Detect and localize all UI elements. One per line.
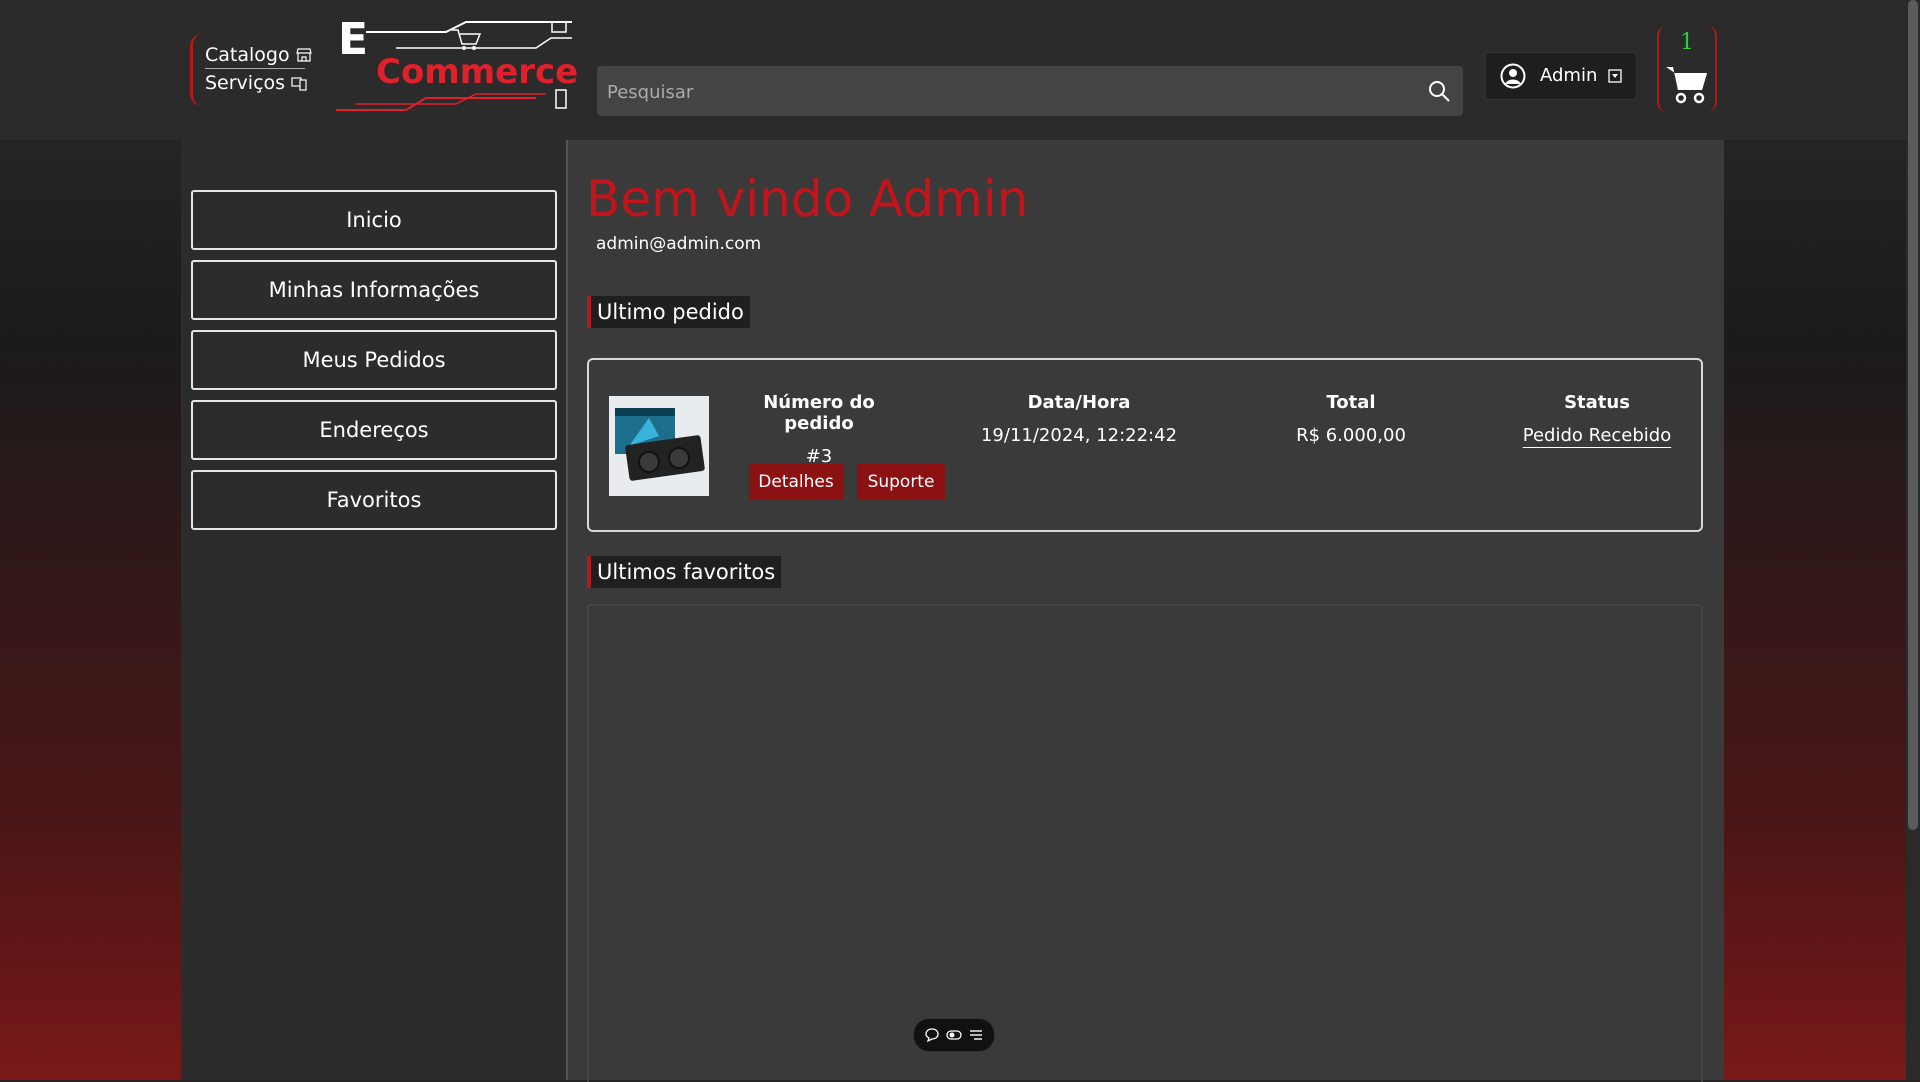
order-date-column: Data/Hora 19/11/2024, 12:22:42 [979, 392, 1179, 446]
order-total: R$ 6.000,00 [1296, 425, 1406, 446]
order-status-column: Status Pedido Recebido [1517, 392, 1677, 446]
floating-toolbar [913, 1018, 995, 1052]
nav-catalogo-label: Catalogo [205, 44, 290, 66]
sidebar-item-enderecos[interactable]: Endereços [191, 400, 557, 460]
header: Catalogo Serviços E Commerce Admin 1 [0, 0, 1920, 140]
menu-icon[interactable] [968, 1027, 984, 1043]
cart-button[interactable]: 1 [1657, 26, 1717, 112]
sidebar: Inicio Minhas Informações Meus Pedidos E… [181, 140, 568, 1080]
status-badge: Pedido Recebido [1522, 425, 1672, 446]
nav-servicos[interactable]: Serviços [205, 72, 307, 94]
sidebar-item-label: Minhas Informações [268, 278, 480, 302]
search-input[interactable] [597, 66, 1409, 118]
details-button[interactable]: Detalhes [749, 464, 843, 500]
order-date: 19/11/2024, 12:22:42 [980, 425, 1178, 446]
page-title: Bem vindo Admin [586, 170, 1029, 228]
order-total-header: Total [1326, 392, 1376, 413]
chat-icon[interactable] [924, 1027, 940, 1043]
sidebar-item-minhas-informacoes[interactable]: Minhas Informações [191, 260, 557, 320]
logo-prefix: E [338, 14, 369, 65]
cart-count: 1 [1680, 30, 1694, 55]
main-content: Bem vindo Admin admin@admin.com Ultimo p… [568, 140, 1724, 1082]
sidebar-item-inicio[interactable]: Inicio [191, 190, 557, 250]
devices-icon [291, 77, 307, 91]
sidebar-item-favoritos[interactable]: Favoritos [191, 470, 557, 530]
order-status-header: Status [1564, 392, 1630, 413]
logo-word: Commerce [376, 52, 579, 92]
sidebar-item-label: Inicio [346, 208, 402, 232]
ecommerce-logo[interactable]: E Commerce [336, 14, 578, 116]
last-order-heading: Ultimo pedido [587, 296, 750, 328]
nav-servicos-label: Serviços [205, 72, 286, 94]
sidebar-item-label: Endereços [319, 418, 429, 442]
scrollbar-thumb[interactable] [1908, 0, 1918, 830]
user-menu-button[interactable]: Admin [1485, 52, 1637, 100]
favorites-heading: Ultimos favoritos [587, 556, 782, 588]
nav-catalogo[interactable]: Catalogo [205, 44, 312, 66]
order-card: Número do pedido #3 Data/Hora 19/11/2024… [587, 358, 1703, 532]
top-nav: Catalogo Serviços [190, 34, 312, 106]
order-total-column: Total R$ 6.000,00 [1271, 392, 1431, 446]
chevron-down-icon [1608, 69, 1622, 83]
user-email: admin@admin.com [596, 234, 762, 254]
cart-icon [1666, 67, 1707, 104]
user-name: Admin [1540, 65, 1598, 86]
favorites-list [587, 604, 1703, 1082]
order-date-header: Data/Hora [1027, 392, 1131, 413]
search-icon[interactable] [1427, 79, 1451, 103]
page-scrollbar[interactable] [1906, 0, 1920, 1080]
sidebar-item-label: Favoritos [326, 488, 422, 512]
store-icon [295, 48, 312, 62]
sidebar-item-meus-pedidos[interactable]: Meus Pedidos [191, 330, 557, 390]
graphics-card-image [615, 408, 705, 481]
search-bar [597, 66, 1463, 118]
sidebar-item-label: Meus Pedidos [302, 348, 446, 372]
nav-separator [205, 68, 305, 69]
toggle-icon[interactable] [946, 1027, 962, 1043]
product-thumbnail[interactable] [609, 396, 709, 496]
support-button[interactable]: Suporte [857, 464, 945, 500]
order-number-column: Número do pedido #3 [739, 392, 899, 467]
user-circle-icon [1500, 63, 1526, 89]
order-number-header: Número do pedido [763, 392, 875, 434]
